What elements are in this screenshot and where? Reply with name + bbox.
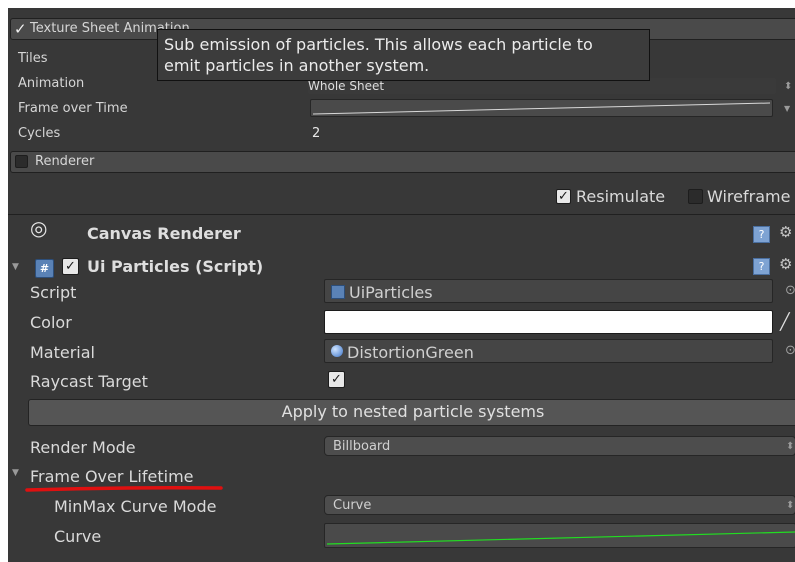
tooltip-line-2: emit particles in another system.	[164, 56, 430, 75]
script-value: UiParticles	[349, 283, 433, 302]
renderer-header[interactable]: Renderer	[10, 151, 795, 173]
script-file-icon: #	[35, 259, 54, 278]
tiles-label: Tiles	[18, 51, 48, 66]
animation-label: Animation	[18, 76, 85, 91]
minmax-curve-mode-label: MinMax Curve Mode	[54, 497, 217, 516]
resimulate-checkbox[interactable]: ✓	[556, 189, 571, 204]
curve-field[interactable]	[324, 523, 795, 548]
texture-sheet-enabled-check-icon[interactable]: ✓	[14, 20, 27, 38]
render-mode-dropdown[interactable]: Billboard ⬍	[324, 436, 795, 456]
animation-value: Whole Sheet	[308, 79, 385, 93]
section-divider	[8, 214, 795, 215]
material-field[interactable]: DistortionGreen	[324, 339, 773, 363]
script-field[interactable]: UiParticles	[324, 279, 773, 303]
frame-over-lifetime-label[interactable]: Frame Over Lifetime	[30, 467, 194, 486]
tooltip-line-1: Sub emission of particles. This allows e…	[164, 35, 593, 54]
ui-particles-foldout-icon[interactable]: ▼	[12, 262, 19, 272]
eyedropper-icon[interactable]: ╱	[780, 312, 790, 331]
wireframe-label: Wireframe	[707, 187, 791, 206]
material-label: Material	[30, 343, 95, 362]
script-picker-icon[interactable]: ⊙	[785, 283, 795, 298]
cycles-value[interactable]: 2	[312, 126, 320, 141]
inspector-panel: ✓ Texture Sheet Animation Tiles Whole Sh…	[8, 8, 795, 562]
minmax-dropdown-arrows-icon: ⬍	[786, 500, 795, 511]
frame-over-time-dropdown-icon[interactable]: ▼	[784, 104, 790, 113]
minmax-curve-mode-value: Curve	[333, 498, 372, 513]
frame-over-time-curve-field[interactable]	[310, 99, 773, 117]
frame-over-time-label: Frame over Time	[18, 101, 128, 116]
raycast-target-label: Raycast Target	[30, 372, 148, 391]
canvas-renderer-title: Canvas Renderer	[87, 224, 241, 243]
resimulate-label: Resimulate	[576, 187, 666, 206]
cycles-label: Cycles	[18, 126, 61, 141]
ui-particles-help-icon[interactable]: ?	[753, 258, 770, 275]
frame-over-lifetime-foldout-icon[interactable]: ▼	[12, 468, 19, 478]
render-mode-value: Billboard	[333, 439, 391, 454]
renderer-enabled-checkbox[interactable]	[15, 155, 28, 168]
material-value: DistortionGreen	[347, 343, 474, 362]
ui-particles-title: Ui Particles (Script)	[87, 257, 264, 276]
renderer-title: Renderer	[35, 154, 95, 169]
red-underline-annotation	[25, 486, 223, 492]
frame-over-time-curve	[312, 102, 771, 115]
script-asset-icon	[331, 285, 345, 299]
ui-particles-gear-icon[interactable]: ⚙	[779, 255, 792, 273]
animation-dropdown-arrows-icon: ⬍	[784, 81, 793, 92]
curve-label: Curve	[54, 527, 102, 546]
material-picker-icon[interactable]: ⊙	[785, 343, 795, 358]
curve-preview	[326, 531, 795, 545]
wireframe-checkbox[interactable]	[688, 189, 703, 204]
script-label: Script	[30, 283, 77, 302]
canvas-renderer-gear-icon[interactable]: ⚙	[779, 223, 792, 241]
color-swatch[interactable]	[324, 310, 773, 334]
raycast-target-checkbox[interactable]: ✓	[328, 371, 345, 388]
eye-icon: ◎	[30, 216, 48, 240]
apply-nested-button[interactable]: Apply to nested particle systems	[28, 399, 795, 426]
render-mode-label: Render Mode	[30, 438, 136, 457]
tooltip: Sub emission of particles. This allows e…	[157, 29, 650, 81]
minmax-curve-mode-dropdown[interactable]: Curve ⬍	[324, 495, 795, 515]
render-mode-dropdown-arrows-icon: ⬍	[786, 441, 795, 452]
material-sphere-icon	[331, 345, 343, 357]
color-label: Color	[30, 313, 72, 332]
ui-particles-enabled-checkbox[interactable]: ✓	[62, 258, 79, 275]
canvas-renderer-help-icon[interactable]: ?	[753, 226, 770, 243]
